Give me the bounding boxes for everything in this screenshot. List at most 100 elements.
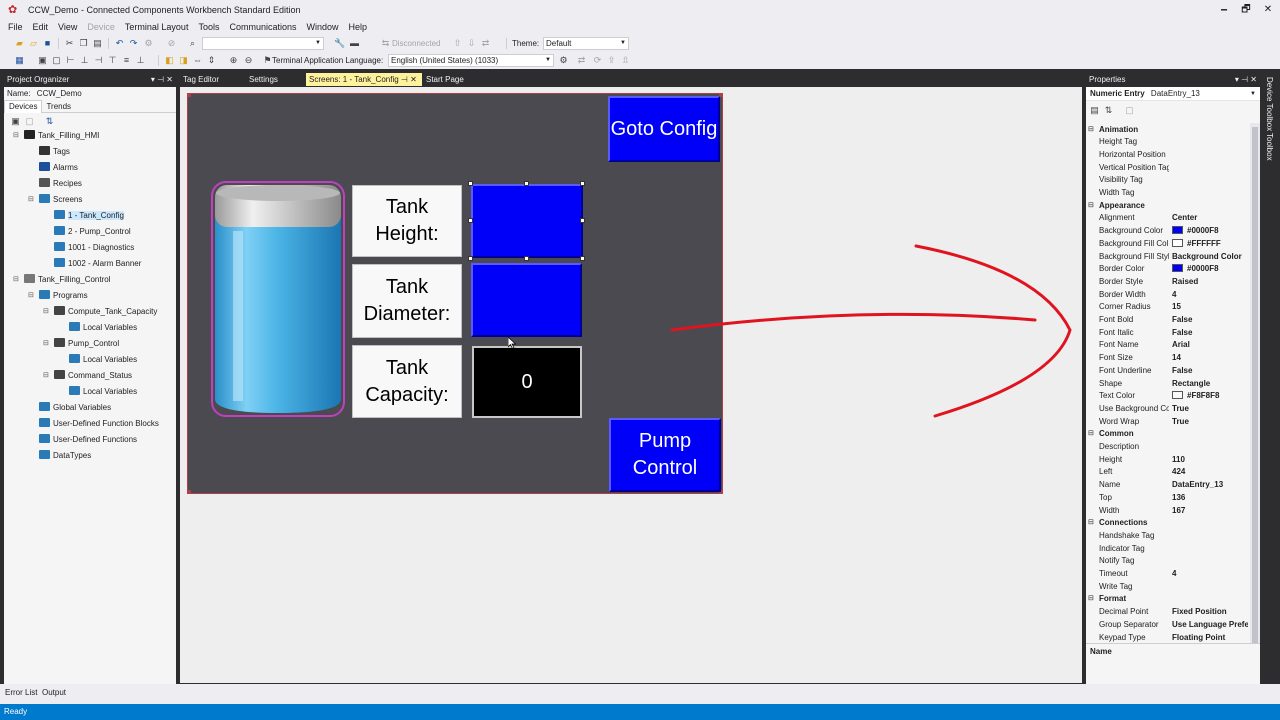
property-value[interactable]: Rectangle [1172,378,1248,391]
tab-output[interactable]: Output [42,687,66,699]
collapse-icon[interactable]: ⊟ [43,305,49,319]
property-row[interactable]: Write Tag [1086,581,1248,594]
property-value[interactable]: False [1172,327,1248,340]
property-row[interactable]: Decimal Point Fixed Position [1086,606,1248,619]
space-horizontal-icon[interactable]: ⇔ [192,55,203,66]
remove-device-icon[interactable]: ▢ [24,116,35,127]
collapse-icon[interactable]: ⊟ [1088,593,1094,606]
property-value[interactable]: 4 [1172,568,1248,581]
theme-select[interactable]: Default ▼ [543,37,629,50]
tree-item[interactable]: Recipes [39,177,82,191]
tab-trends[interactable]: Trends [42,101,75,113]
property-row[interactable]: Visibility Tag [1086,174,1248,187]
zoom-in-icon[interactable]: ⊕ [228,55,239,66]
property-row[interactable]: Background Fill Styl Background Color [1086,251,1248,264]
tank-diameter-entry[interactable] [471,263,582,337]
property-row[interactable]: Font Italic False [1086,327,1248,340]
property-row[interactable]: Handshake Tag [1086,530,1248,543]
zoom-out-icon[interactable]: ⊖ [243,55,254,66]
property-row[interactable]: Word Wrap True [1086,416,1248,429]
resize-handle[interactable] [468,218,473,223]
property-value[interactable]: Use Language Prefe [1172,619,1248,632]
property-row[interactable]: Height 110 [1086,454,1248,467]
property-category[interactable]: ⊟ Appearance [1086,199,1248,213]
property-row[interactable]: Background Fill Col #FFFFFF [1086,238,1248,251]
categorized-icon[interactable]: ▤ [1089,105,1100,116]
tree-item[interactable]: Pump_Control [54,337,119,351]
close-window-button[interactable]: ✕ [1258,2,1278,18]
property-row[interactable]: Left 424 [1086,466,1248,479]
align-left-icon[interactable]: ⊢ [65,55,76,66]
tree-item[interactable]: 2 - Pump_Control [54,225,131,239]
scrollbar-thumb[interactable] [1252,127,1258,647]
find-icon[interactable]: ⌕ [187,38,198,49]
resize-handle[interactable] [524,181,529,186]
export-icon[interactable]: ⇪ [606,55,617,66]
resize-handle[interactable] [524,256,529,261]
tree-item[interactable]: Global Variables [39,401,111,415]
tank-capacity-display[interactable]: 0 [472,346,582,418]
property-row[interactable]: Group Separator Use Language Prefe [1086,619,1248,632]
tab-start-page[interactable]: Start Page [423,73,467,86]
property-row[interactable]: Top 136 [1086,492,1248,505]
tab-toolbox[interactable]: Toolbox [1265,133,1274,161]
minimize-button[interactable]: 🗕 [1214,2,1234,18]
property-value[interactable]: #F8F8F8 [1172,390,1248,403]
menu-view[interactable]: View [53,20,82,35]
menu-communications[interactable]: Communications [224,20,301,35]
property-value[interactable]: 136 [1172,492,1248,505]
tree-item[interactable]: 1002 - Alarm Banner [54,257,141,271]
tree-item[interactable]: Local Variables [69,385,137,399]
device-icon[interactable]: ▬ [349,38,360,49]
property-pages-icon[interactable]: ▢ [1124,105,1135,116]
property-value[interactable]: True [1172,403,1248,416]
cut-icon[interactable]: ✂ [64,38,75,49]
tree-item[interactable]: DataTypes [39,449,91,463]
collapse-icon[interactable]: ⊟ [43,369,49,383]
properties-scrollbar[interactable] [1250,123,1260,683]
menu-file[interactable]: File [0,20,28,35]
property-category[interactable]: ⊟ Connections [1086,517,1248,530]
resize-handle[interactable] [580,218,585,223]
tree-item[interactable]: Compute_Tank_Capacity [54,305,157,319]
language-select[interactable]: English (United States) (1033) ▼ [388,54,554,67]
discover-icon[interactable]: ⇅ [44,116,55,127]
tree-item[interactable]: Tank_Filling_Control [24,273,110,287]
property-value[interactable]: False [1172,365,1248,378]
close-panel-icon[interactable]: ✕ [1250,75,1257,84]
menu-help[interactable]: Help [344,20,373,35]
compare-icon[interactable]: ⇄ [480,38,491,49]
property-row[interactable]: Text Color #F8F8F8 [1086,390,1248,403]
grid-icon[interactable]: ▦ [14,55,25,66]
property-row[interactable]: Font Bold False [1086,314,1248,327]
tank-graphic[interactable] [211,181,345,417]
resize-handle[interactable] [580,181,585,186]
paste-icon[interactable]: ▤ [92,38,103,49]
tab-devices[interactable]: Devices [4,100,43,113]
property-row[interactable]: Horizontal Position [1086,149,1248,162]
property-value[interactable]: 4 [1172,289,1248,302]
menu-window[interactable]: Window [302,20,344,35]
property-value[interactable]: Background Color [1172,251,1248,264]
space-vertical-icon[interactable]: ⇕ [206,55,217,66]
object-selector[interactable]: Numeric Entry DataEntry_13 ▼ [1086,87,1260,101]
property-value[interactable]: 110 [1172,454,1248,467]
property-value[interactable]: 15 [1172,301,1248,314]
property-row[interactable]: Width 167 [1086,505,1248,518]
resize-handle[interactable] [580,256,585,261]
language-settings-icon[interactable]: ⚙ [558,55,569,66]
menu-tools[interactable]: Tools [193,20,224,35]
tree-item[interactable]: 1001 - Diagnostics [54,241,134,255]
copy-icon[interactable]: ❐ [78,38,89,49]
property-value[interactable]: #FFFFFF [1172,238,1248,251]
build-icon[interactable]: ⚙ [143,38,154,49]
undo-icon[interactable]: ↶ [114,38,125,49]
tree-item[interactable]: Local Variables [69,353,137,367]
property-row[interactable]: Border Color #0000F8 [1086,263,1248,276]
collapse-icon[interactable]: ⊟ [13,273,19,287]
property-row[interactable]: Height Tag [1086,136,1248,149]
property-row[interactable]: Description [1086,441,1248,454]
send-back-icon[interactable]: ▢ [51,55,62,66]
collapse-icon[interactable]: ⊟ [1088,517,1094,530]
collapse-icon[interactable]: ⊟ [28,193,34,207]
